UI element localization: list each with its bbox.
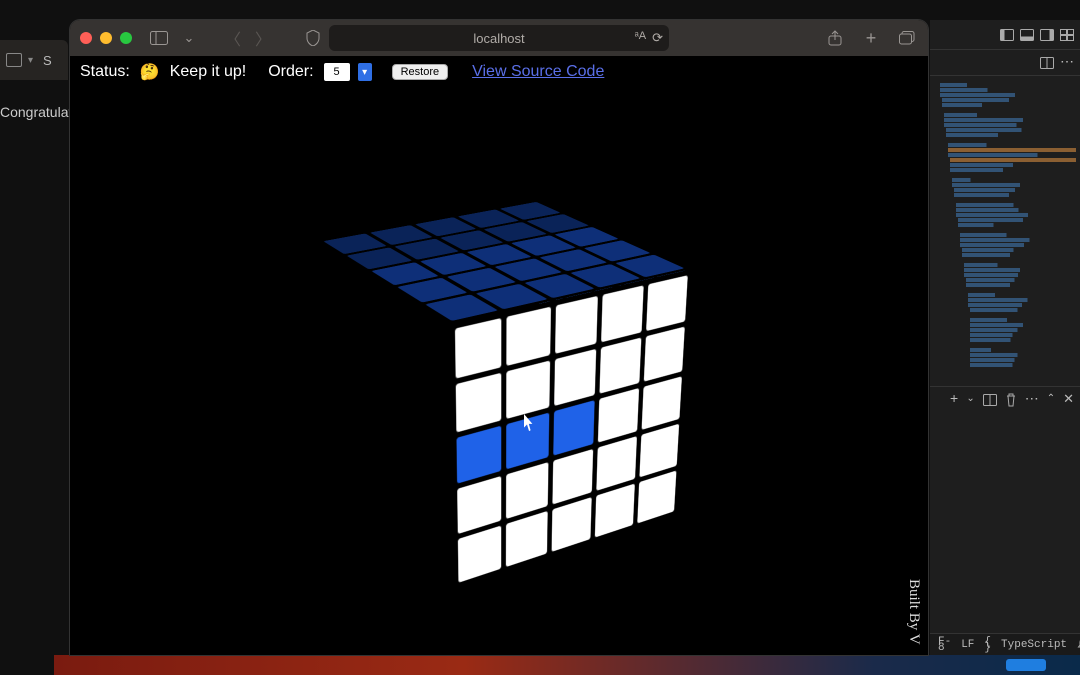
hud-bar: Status: 🤔 Keep it up! Order: ▾ Restore V… bbox=[70, 56, 928, 88]
order-stepper[interactable]: ▾ bbox=[358, 63, 372, 81]
cube-cell[interactable] bbox=[458, 526, 501, 583]
panel-collapse-icon[interactable]: ⌃ bbox=[1047, 397, 1055, 403]
bg-window-label: S bbox=[43, 53, 52, 68]
close-window-button[interactable] bbox=[80, 32, 92, 44]
cube-cell[interactable] bbox=[646, 276, 688, 332]
cube-scene[interactable] bbox=[289, 169, 709, 589]
panel-chevron-icon[interactable]: ⌄ bbox=[966, 397, 974, 403]
cube-cell[interactable] bbox=[346, 248, 411, 270]
panel-more-icon[interactable]: ⋯ bbox=[1025, 397, 1039, 403]
layout-left-icon[interactable] bbox=[1000, 29, 1014, 41]
cube-cell[interactable] bbox=[506, 413, 549, 471]
rubiks-cube[interactable] bbox=[323, 174, 654, 589]
panel-add-icon[interactable]: + bbox=[950, 397, 958, 403]
address-text: localhost bbox=[473, 31, 524, 46]
cube-cell[interactable] bbox=[552, 450, 593, 506]
cube-cell[interactable] bbox=[456, 426, 501, 485]
vscode-minimap[interactable] bbox=[930, 76, 1080, 386]
minimize-window-button[interactable] bbox=[100, 32, 112, 44]
more-actions-icon[interactable]: ⋯ bbox=[1060, 60, 1074, 66]
cube-cell[interactable] bbox=[642, 376, 682, 430]
cube-cell[interactable] bbox=[506, 512, 548, 568]
status-message: Keep it up! bbox=[170, 63, 247, 81]
cube-cell[interactable] bbox=[455, 318, 501, 378]
restore-button[interactable]: Restore bbox=[392, 64, 449, 80]
sidebar-menu-button[interactable]: ⌄ bbox=[178, 28, 200, 48]
cube-cell[interactable] bbox=[457, 477, 501, 535]
new-tab-button[interactable]: + bbox=[860, 28, 882, 48]
forward-button[interactable]: 〉 bbox=[252, 28, 274, 48]
order-label: Order: bbox=[268, 63, 313, 81]
cube-cell[interactable] bbox=[640, 424, 680, 478]
back-button[interactable]: 〈 bbox=[222, 28, 244, 48]
window-controls bbox=[80, 32, 132, 44]
panel-split-icon[interactable] bbox=[983, 394, 997, 406]
cube-cell[interactable] bbox=[484, 222, 547, 242]
cube-cell[interactable] bbox=[506, 361, 550, 419]
privacy-report-button[interactable] bbox=[302, 28, 324, 48]
safari-window: ⌄ 〈 〉 localhost ᵃA ⟳ + Status: 🤔 bbox=[70, 20, 928, 655]
status-label: Status: bbox=[80, 63, 130, 81]
cube-cell[interactable] bbox=[394, 239, 459, 260]
trash-icon[interactable] bbox=[1005, 393, 1017, 407]
cube-cell[interactable] bbox=[551, 498, 592, 553]
built-by-credit: Built By V bbox=[905, 579, 922, 645]
share-button[interactable] bbox=[824, 28, 846, 48]
layout-grid-icon[interactable] bbox=[1060, 29, 1074, 41]
cube-cell[interactable] bbox=[600, 338, 642, 394]
cube-cell[interactable] bbox=[323, 234, 386, 255]
cube-cell[interactable] bbox=[553, 400, 595, 456]
address-bar[interactable]: localhost ᵃA ⟳ bbox=[329, 25, 669, 51]
split-editor-icon[interactable] bbox=[1040, 57, 1054, 69]
status-lang-icon: { } bbox=[984, 639, 991, 651]
cube-face-front[interactable] bbox=[450, 269, 693, 589]
translate-icon[interactable]: ᵃA bbox=[635, 30, 646, 46]
cube-cell[interactable] bbox=[440, 231, 504, 251]
cube-cell[interactable] bbox=[555, 296, 598, 354]
cube-cell[interactable] bbox=[370, 226, 433, 246]
dock-glow bbox=[54, 655, 1080, 675]
vscode-status-bar: F-8 LF { } TypeScript bbox=[930, 633, 1080, 655]
fullscreen-window-button[interactable] bbox=[120, 32, 132, 44]
vscode-panel-actions: + ⌄ ⋯ ⌃ ✕ bbox=[930, 386, 1080, 412]
cube-cell[interactable] bbox=[456, 373, 501, 433]
panel-close-icon[interactable]: ✕ bbox=[1063, 397, 1074, 403]
sidebar-toggle-button[interactable] bbox=[148, 28, 170, 48]
layout-right-icon[interactable] bbox=[1040, 29, 1054, 41]
status-language[interactable]: TypeScript bbox=[1001, 642, 1067, 648]
thinking-face-icon: 🤔 bbox=[140, 62, 160, 82]
status-eol[interactable]: LF bbox=[961, 642, 974, 648]
cube-cell[interactable] bbox=[601, 286, 643, 343]
cube-cell[interactable] bbox=[506, 463, 548, 520]
safari-toolbar: ⌄ 〈 〉 localhost ᵃA ⟳ + bbox=[70, 20, 928, 56]
reload-icon[interactable]: ⟳ bbox=[652, 30, 663, 46]
cube-cell[interactable] bbox=[598, 388, 639, 443]
vscode-titlebar bbox=[930, 20, 1080, 50]
cube-cell[interactable] bbox=[554, 349, 597, 406]
order-input[interactable] bbox=[324, 63, 350, 81]
cube-cell[interactable] bbox=[415, 218, 477, 237]
cube-cell[interactable] bbox=[526, 214, 589, 233]
tab-overview-button[interactable] bbox=[896, 28, 918, 48]
cube-cell[interactable] bbox=[595, 484, 635, 538]
cube-cell[interactable] bbox=[637, 471, 676, 524]
cube-cell[interactable] bbox=[597, 437, 637, 492]
sidebar-icon bbox=[6, 53, 22, 67]
layout-bottom-icon[interactable] bbox=[1020, 29, 1034, 41]
vscode-tab-actions: ⋯ bbox=[930, 50, 1080, 76]
cube-cell[interactable] bbox=[506, 307, 550, 366]
chevron-down-icon: ▾ bbox=[28, 55, 33, 66]
cube-cell[interactable] bbox=[500, 202, 561, 220]
dock-item bbox=[1006, 659, 1046, 671]
cube-cell[interactable] bbox=[644, 327, 685, 382]
status-encoding[interactable]: F-8 bbox=[938, 639, 951, 651]
view-source-link[interactable]: View Source Code bbox=[472, 63, 604, 81]
background-window-fragment: ▾ S bbox=[0, 40, 68, 80]
vscode-panel: ⋯ + ⌄ ⋯ ⌃ ✕ F-8 LF { } TypeScript bbox=[930, 20, 1080, 655]
cube-cell[interactable] bbox=[458, 210, 519, 229]
page-content: Status: 🤔 Keep it up! Order: ▾ Restore V… bbox=[70, 56, 928, 655]
